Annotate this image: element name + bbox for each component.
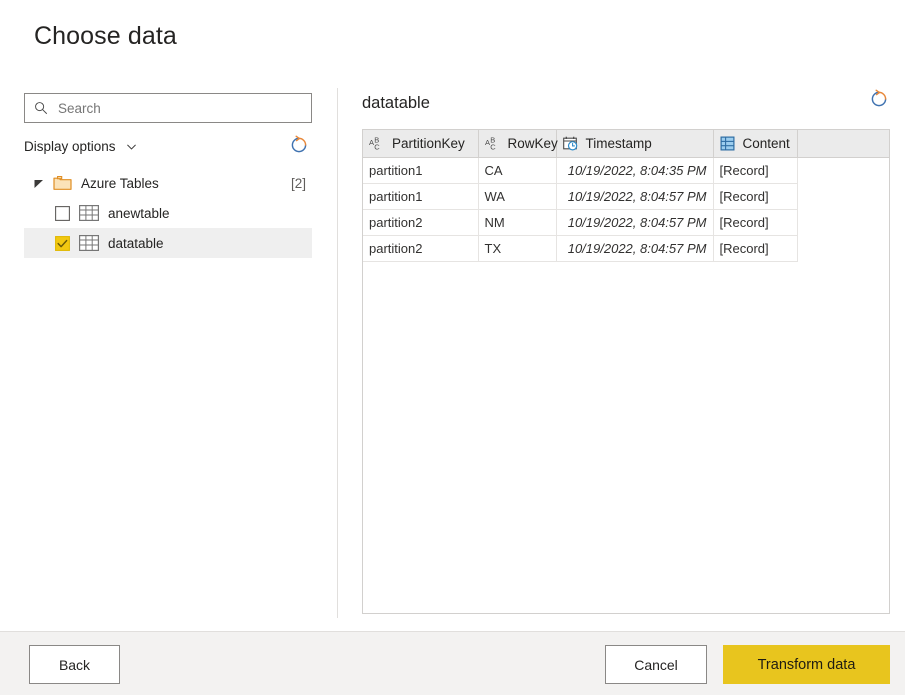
search-input[interactable] [56,95,296,121]
table-row[interactable]: partition1 CA 10/19/2022, 8:04:35 PM [Re… [363,157,889,183]
tree-node-label: Azure Tables [81,176,159,191]
search-icon [34,101,48,115]
back-button[interactable]: Back [29,645,120,684]
datetime-calendar-clock-icon [563,136,580,151]
cell-content-record[interactable]: [Record] [713,157,797,183]
triangle-expanded-icon[interactable] [33,177,45,189]
table-body: partition1 CA 10/19/2022, 8:04:35 PM [Re… [363,157,889,261]
dialog-footer: Back Cancel Transform data [0,631,905,695]
cell-content-record[interactable]: [Record] [713,183,797,209]
pane-divider [337,88,338,618]
table-icon [79,235,99,251]
table-row[interactable]: partition1 WA 10/19/2022, 8:04:57 PM [Re… [363,183,889,209]
column-header-label: PartitionKey [392,136,465,151]
cell-filler [797,209,889,235]
tree-item-datatable[interactable]: datatable [24,228,312,258]
preview-header: datatable [362,88,890,119]
search-box[interactable] [24,93,312,123]
checkbox-unchecked-icon[interactable] [55,206,70,221]
table-row[interactable]: partition2 TX 10/19/2022, 8:04:57 PM [Re… [363,235,889,261]
navigator-pane: Display options [24,93,312,258]
refresh-icon[interactable] [288,134,310,156]
chevron-down-icon [125,140,138,153]
record-table-icon [720,136,737,151]
text-type-abc-icon: A B C [485,136,502,151]
preview-title: datatable [362,94,430,113]
column-header-label: RowKey [508,136,558,151]
tree-item-label: datatable [108,236,164,251]
tree-item-label: anewtable [108,206,170,221]
transform-data-button[interactable]: Transform data [723,645,890,684]
page-title: Choose data [34,22,177,51]
tree-item-anewtable[interactable]: anewtable [24,198,312,228]
preview-table: A B C PartitionKey [363,130,889,262]
checkbox-checked-icon[interactable] [55,236,70,251]
cell-rowkey: NM [478,209,556,235]
cell-partitionkey: partition2 [363,235,478,261]
column-header-filler [797,130,889,157]
preview-pane: datatable [362,88,890,614]
refresh-icon[interactable] [868,88,890,110]
cell-content-record[interactable]: [Record] [713,209,797,235]
cell-timestamp: 10/19/2022, 8:04:57 PM [556,209,713,235]
column-header-timestamp[interactable]: Timestamp [556,130,713,157]
tree-node-count: [2] [291,176,306,191]
text-type-abc-icon: A B C [369,136,386,151]
cell-rowkey: TX [478,235,556,261]
display-options-row: Display options [24,134,312,158]
column-header-content[interactable]: Content [713,130,797,157]
cell-filler [797,183,889,209]
column-header-label: Timestamp [586,136,652,151]
cancel-button[interactable]: Cancel [605,645,707,684]
table-header-row: A B C PartitionKey [363,130,889,157]
cell-filler [797,235,889,261]
cell-rowkey: WA [478,183,556,209]
cell-rowkey: CA [478,157,556,183]
tree-node-azure-tables[interactable]: Azure Tables [2] [24,168,312,198]
display-options-label: Display options [24,139,116,154]
svg-text:C: C [490,142,496,151]
display-options-button[interactable]: Display options [24,139,138,154]
table-row[interactable]: partition2 NM 10/19/2022, 8:04:57 PM [Re… [363,209,889,235]
cell-timestamp: 10/19/2022, 8:04:57 PM [556,235,713,261]
column-header-rowkey[interactable]: A B C RowKey [478,130,556,157]
preview-grid: A B C PartitionKey [362,129,890,614]
cell-partitionkey: partition1 [363,183,478,209]
column-header-label: Content [743,136,790,151]
navigator-tree: Azure Tables [2] [24,168,312,258]
svg-text:C: C [374,142,380,151]
column-header-partitionkey[interactable]: A B C PartitionKey [363,130,478,157]
cell-partitionkey: partition1 [363,157,478,183]
cell-content-record[interactable]: [Record] [713,235,797,261]
table-icon [79,205,99,221]
choose-data-dialog: Choose data Display options [0,0,905,695]
cell-timestamp: 10/19/2022, 8:04:57 PM [556,183,713,209]
cell-filler [797,157,889,183]
cell-timestamp: 10/19/2022, 8:04:35 PM [556,157,713,183]
folder-icon [53,175,72,191]
cell-partitionkey: partition2 [363,209,478,235]
